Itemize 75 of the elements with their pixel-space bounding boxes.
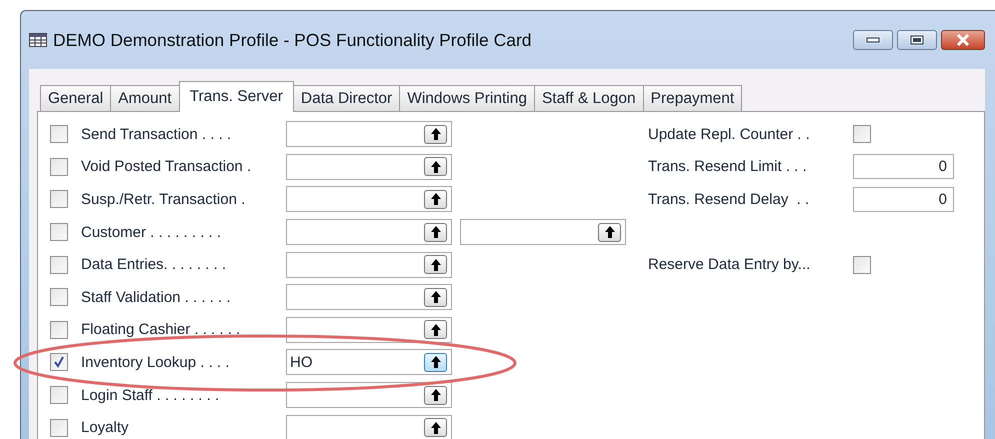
input-field[interactable] [286, 154, 452, 180]
input-field[interactable] [286, 121, 452, 148]
lookup-button[interactable] [598, 222, 621, 242]
checkbox[interactable] [50, 386, 68, 404]
lookup-button[interactable] [424, 386, 447, 405]
field-label: Staff Validation . . . . . . [81, 288, 232, 306]
field-label: Login Staff . . . . . . . . [81, 386, 220, 404]
tab[interactable]: Windows Printing [399, 85, 535, 111]
maximize-icon [910, 35, 924, 45]
input-field[interactable] [286, 252, 452, 278]
up-arrow-icon [430, 258, 440, 271]
minimize-button[interactable] [853, 30, 893, 50]
up-arrow-icon [430, 128, 440, 140]
maximize-button[interactable] [897, 30, 937, 50]
number-field[interactable]: 0 [853, 186, 954, 212]
input-field[interactable]: HO [286, 349, 452, 376]
up-arrow-icon [430, 422, 440, 434]
tab[interactable]: Trans. Server [178, 81, 294, 112]
input-field[interactable] [286, 284, 452, 310]
up-arrow-icon [430, 160, 440, 173]
checkbox[interactable] [50, 190, 68, 208]
checkbox[interactable] [50, 288, 68, 306]
input-field[interactable] [460, 219, 626, 246]
lookup-button[interactable] [424, 157, 447, 176]
up-arrow-icon [604, 226, 614, 238]
up-arrow-icon [430, 291, 440, 304]
up-arrow-icon [430, 324, 440, 336]
checkbox[interactable] [50, 223, 68, 242]
close-button[interactable] [941, 30, 985, 50]
field-label: Void Posted Transaction . [81, 158, 252, 176]
field-label: Update Repl. Counter . . [648, 126, 811, 143]
up-arrow-icon [430, 226, 440, 238]
field-label: Customer . . . . . . . . . [81, 224, 222, 241]
lookup-button[interactable] [424, 320, 447, 340]
up-arrow-icon [430, 356, 440, 368]
checkbox[interactable] [50, 125, 68, 144]
input-field[interactable] [286, 186, 452, 212]
lookup-button[interactable] [424, 255, 447, 274]
tab[interactable]: Staff & Logon [534, 85, 644, 111]
close-icon [955, 34, 971, 46]
checkbox[interactable] [50, 158, 68, 176]
field-label: Trans. Resend Limit . . . [648, 158, 808, 176]
minimize-icon [866, 37, 880, 43]
tab[interactable]: Amount [110, 85, 180, 111]
input-field[interactable] [286, 414, 452, 439]
lookup-button[interactable] [424, 190, 447, 209]
field-label: Inventory Lookup . . . . [81, 354, 230, 371]
lookup-button[interactable] [424, 124, 447, 144]
checkbox[interactable] [50, 320, 68, 339]
lookup-button[interactable] [424, 352, 447, 372]
checkbox[interactable] [50, 353, 68, 372]
up-arrow-icon [430, 193, 440, 206]
table-icon [29, 33, 47, 47]
field-label: Data Entries. . . . . . . . [81, 256, 228, 274]
field-label: Trans. Resend Delay . . [648, 190, 810, 208]
lookup-button[interactable] [424, 288, 447, 307]
lookup-button[interactable] [424, 222, 447, 242]
field-label: Reserve Data Entry by... [648, 256, 812, 274]
checkbox[interactable] [50, 418, 68, 437]
field-label: Loyalty [81, 419, 130, 436]
window-title: DEMO Demonstration Profile - POS Functionality Profile Card [53, 30, 532, 50]
checkbox[interactable] [853, 256, 871, 274]
field-label: Susp./Retr. Transaction . [81, 190, 246, 208]
tab[interactable]: General [40, 85, 112, 111]
lookup-button[interactable] [424, 418, 447, 438]
field-label: Send Transaction . . . . [81, 126, 232, 143]
tab[interactable]: Data Director [292, 85, 400, 111]
input-field[interactable] [286, 316, 452, 343]
checkbox[interactable] [50, 256, 68, 274]
checkbox[interactable] [853, 125, 871, 144]
field-label: Floating Cashier . . . . . . [81, 321, 242, 338]
tab[interactable]: Prepayment [642, 85, 742, 111]
number-field[interactable]: 0 [853, 154, 954, 180]
input-field[interactable] [286, 219, 452, 246]
up-arrow-icon [430, 389, 440, 402]
